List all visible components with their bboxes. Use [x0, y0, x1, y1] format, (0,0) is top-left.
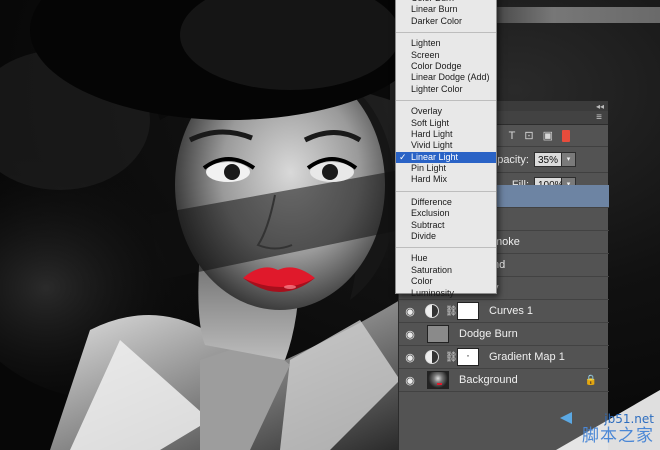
opacity-field[interactable]: 35% [534, 152, 562, 167]
visibility-eye-icon[interactable]: ◉ [399, 305, 421, 318]
options-bar-strip [482, 7, 660, 23]
visibility-eye-icon[interactable]: ◉ [399, 374, 421, 387]
layer-row-background[interactable]: ◉ Background 🔒 [399, 369, 609, 392]
blend-mode-linear-burn[interactable]: Linear Burn [396, 4, 496, 15]
layer-thumbnail[interactable] [427, 371, 449, 389]
link-chain-icon[interactable]: ⛓ [445, 306, 458, 317]
blend-mode-linear-dodge-add[interactable]: Linear Dodge (Add) [396, 72, 496, 83]
link-chain-icon[interactable]: ⛓ [445, 352, 458, 363]
layer-mask-thumbnail[interactable] [457, 348, 479, 366]
layer-row-curves[interactable]: ◉ ⛓ Curves 1 [399, 300, 609, 323]
layer-name: moke [493, 236, 520, 248]
blend-mode-hard-mix[interactable]: Hard Mix [396, 174, 496, 185]
blend-mode-menu[interactable]: Color BurnLinear BurnDarker ColorLighten… [395, 0, 497, 298]
filter-type-icon[interactable]: T [509, 130, 516, 142]
opacity-dropdown-icon[interactable]: ▾ [562, 152, 576, 167]
blend-mode-soft-light[interactable]: Soft Light [396, 118, 496, 129]
blend-mode-color-dodge[interactable]: Color Dodge [396, 61, 496, 72]
watermark-brand: 脚本之家 [582, 426, 654, 446]
adjustment-layer-icon [425, 350, 439, 364]
menu-separator [396, 247, 496, 249]
panel-menu-icon[interactable]: ≡ [596, 112, 602, 123]
blend-mode-lighten[interactable]: Lighten [396, 38, 496, 49]
blend-mode-divide[interactable]: Divide [396, 231, 496, 242]
blend-mode-hue[interactable]: Hue [396, 253, 496, 264]
layer-name: Curves 1 [489, 305, 534, 317]
filter-shape-icon[interactable]: ⊡ [524, 129, 533, 142]
lock-icon: 🔒 [584, 374, 597, 386]
blend-mode-pin-light[interactable]: Pin Light [396, 163, 496, 174]
watermark-flag-icon [560, 412, 572, 424]
visibility-eye-icon[interactable]: ◉ [399, 328, 421, 341]
blend-mode-lighter-color[interactable]: Lighter Color [396, 84, 496, 95]
layer-row-dodge-burn[interactable]: ◉ Dodge Burn [399, 323, 609, 346]
blend-mode-vivid-light[interactable]: Vivid Light [396, 140, 496, 151]
blend-mode-color[interactable]: Color [396, 276, 496, 287]
filter-toggle-switch[interactable] [562, 129, 570, 142]
blend-mode-overlay[interactable]: Overlay [396, 106, 496, 117]
filter-smart-object-icon[interactable]: ▣ [543, 129, 553, 142]
blend-mode-luminosity[interactable]: Luminosity [396, 288, 496, 299]
layer-row-gradient-map[interactable]: ◉ ⛓ Gradient Map 1 [399, 346, 609, 369]
blend-mode-subtract[interactable]: Subtract [396, 220, 496, 231]
menu-separator [396, 100, 496, 102]
blend-mode-linear-light[interactable]: Linear Light [396, 151, 496, 163]
collapse-icon[interactable]: ◂◂ [596, 102, 604, 111]
layer-name: Dodge Burn [459, 328, 518, 340]
blend-mode-darker-color[interactable]: Darker Color [396, 16, 496, 27]
layer-mask-thumbnail[interactable] [457, 302, 479, 320]
blend-mode-screen[interactable]: Screen [396, 50, 496, 61]
blend-mode-saturation[interactable]: Saturation [396, 265, 496, 276]
menu-separator [396, 32, 496, 34]
blend-mode-exclusion[interactable]: Exclusion [396, 208, 496, 219]
visibility-eye-icon[interactable]: ◉ [399, 351, 421, 364]
layer-name: Gradient Map 1 [489, 351, 565, 363]
layer-name: Background [459, 374, 518, 386]
layer-thumbnail[interactable] [427, 325, 449, 343]
blend-mode-hard-light[interactable]: Hard Light [396, 129, 496, 140]
watermark: jb51.net 脚本之家 [556, 390, 660, 450]
blend-mode-difference[interactable]: Difference [396, 197, 496, 208]
menu-separator [396, 190, 496, 192]
adjustment-layer-icon [425, 304, 439, 318]
